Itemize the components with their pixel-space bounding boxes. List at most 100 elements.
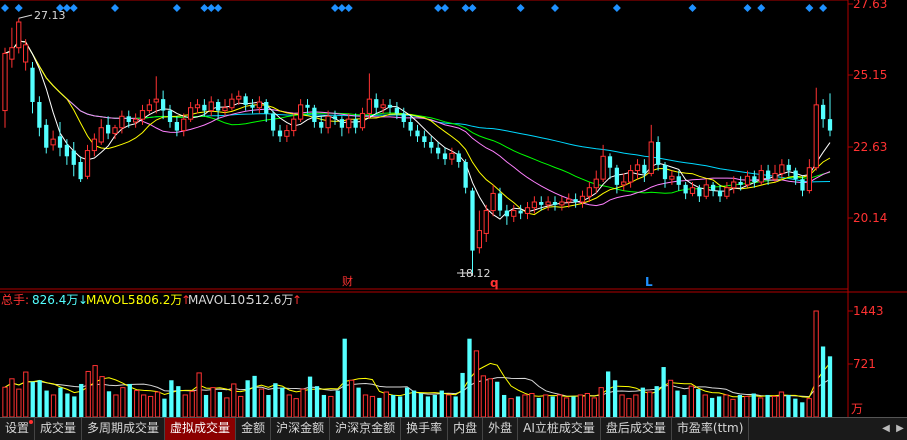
volume-bar: [675, 390, 680, 417]
candle: [511, 204, 517, 222]
volume-bar: [356, 387, 361, 417]
tab-4[interactable]: 金额: [236, 418, 272, 440]
signal-diamond-icon: [551, 4, 559, 12]
marker-q: q: [490, 276, 499, 290]
volume-bar: [252, 375, 257, 417]
candle: [559, 196, 565, 211]
volume-bar: [65, 393, 70, 417]
volume-bar: [404, 387, 410, 417]
candle: [167, 104, 173, 128]
volume-unit: 万: [851, 402, 863, 416]
tab-12[interactable]: 市盈率(ttm): [672, 418, 750, 440]
candle: [648, 124, 654, 177]
volume-bar: [654, 386, 659, 417]
volume-bar: [377, 397, 382, 417]
candle: [112, 124, 118, 140]
candle: [2, 47, 8, 128]
volume-bar: [702, 394, 708, 418]
volume-bar: [522, 394, 528, 418]
volume-bar: [321, 394, 327, 417]
volume-bar: [453, 396, 458, 417]
tab-11[interactable]: 盘后成交量: [601, 418, 672, 440]
candle: [827, 93, 833, 137]
candle: [208, 96, 214, 117]
volume-bar: [467, 338, 472, 417]
candle: [153, 76, 159, 114]
volume-bar: [536, 397, 541, 417]
candle: [786, 159, 791, 177]
tab-label: 设置: [5, 421, 30, 435]
volume-bar: [300, 388, 306, 418]
volume-bar: [293, 398, 299, 418]
candle: [270, 110, 276, 137]
tab-label: 成交量: [40, 421, 77, 435]
tab-label: 内盘: [453, 421, 478, 435]
tab-0[interactable]: 设置: [0, 418, 36, 440]
volume-bar: [196, 372, 202, 418]
volume-bar: [398, 396, 403, 417]
tab-2[interactable]: 多周期成交量: [82, 418, 166, 440]
candle: [359, 107, 366, 131]
signal-diamond-icon: [207, 4, 216, 12]
candle: [250, 99, 255, 114]
candle: [374, 93, 379, 114]
tab-label: 外盘: [488, 421, 513, 435]
low-label: 18.12: [459, 267, 491, 280]
volume-bar: [238, 395, 244, 418]
candle: [442, 147, 448, 165]
candle: [476, 210, 483, 254]
tab-5[interactable]: 沪深金额: [271, 418, 331, 440]
volume-bar: [425, 396, 431, 417]
volume-tick: 721: [853, 357, 876, 371]
volume-axis: 1443 721 万: [851, 304, 884, 416]
candle: [504, 204, 510, 225]
volume-bar: [577, 394, 584, 418]
volume-bar: [120, 387, 126, 418]
volume-bar: [709, 397, 715, 417]
tab-6[interactable]: 沪深京金额: [330, 418, 402, 440]
signal-diamond-icon: [468, 4, 477, 12]
signal-diamond-icon: [1, 4, 9, 12]
scroll-right-icon[interactable]: ▶: [893, 418, 907, 440]
tab-10[interactable]: AI立桩成交量: [518, 418, 601, 440]
signal-diamond-icon: [69, 4, 78, 12]
volume-bar: [106, 391, 112, 417]
candle: [9, 27, 15, 68]
volume-bar: [640, 387, 645, 417]
signal-diamond-icon: [688, 4, 697, 12]
volume-bar: [446, 394, 452, 418]
candle: [174, 116, 180, 137]
volume-bar: [584, 392, 591, 418]
scroll-left-icon[interactable]: ◀: [879, 418, 893, 440]
signal-diamond-icon: [214, 4, 223, 12]
volume-bar: [362, 394, 369, 418]
volume-bar-series: [2, 310, 833, 418]
volume-bar: [633, 394, 639, 418]
tab-1[interactable]: 成交量: [35, 418, 83, 440]
signal-diamond-icon: [200, 4, 209, 12]
candle: [593, 170, 599, 194]
volume-bar: [591, 397, 597, 418]
volume-header: 总手: 826.4万 ↓ MAVOL5: 806.2万 ↑ MAVOL10: 5…: [1, 293, 302, 307]
volume-bar: [556, 394, 563, 418]
volume-bar: [765, 394, 770, 417]
tab-8[interactable]: 内盘: [448, 418, 484, 440]
candle: [264, 99, 269, 122]
volume-bar: [543, 394, 549, 418]
candle: [415, 124, 420, 142]
candle: [98, 119, 104, 145]
indicator-tab-bar: 设置 成交量 多周期成交量 虚拟成交量 金额 沪深金额 沪深京金额 换手率 内盘 外盘 AI立桩成交…: [0, 417, 907, 440]
candle: [146, 99, 153, 114]
volume-bar: [563, 397, 570, 418]
tab-7[interactable]: 换手率: [401, 418, 449, 440]
kline-chart[interactable]: 27.63 25.15 22.63 20.14 1443 721 万 27.13…: [0, 0, 907, 439]
candle: [325, 110, 331, 134]
tab-label: AI立桩成交量: [523, 421, 595, 435]
tab-9[interactable]: 外盘: [483, 418, 519, 440]
tab-3[interactable]: 虚拟成交量: [165, 418, 237, 440]
volume-bar: [502, 394, 507, 417]
tab-label: 虚拟成交量: [170, 421, 231, 435]
volume-bar: [16, 388, 22, 418]
volume-bar: [147, 395, 154, 418]
signal-diamond-icon: [111, 4, 119, 12]
